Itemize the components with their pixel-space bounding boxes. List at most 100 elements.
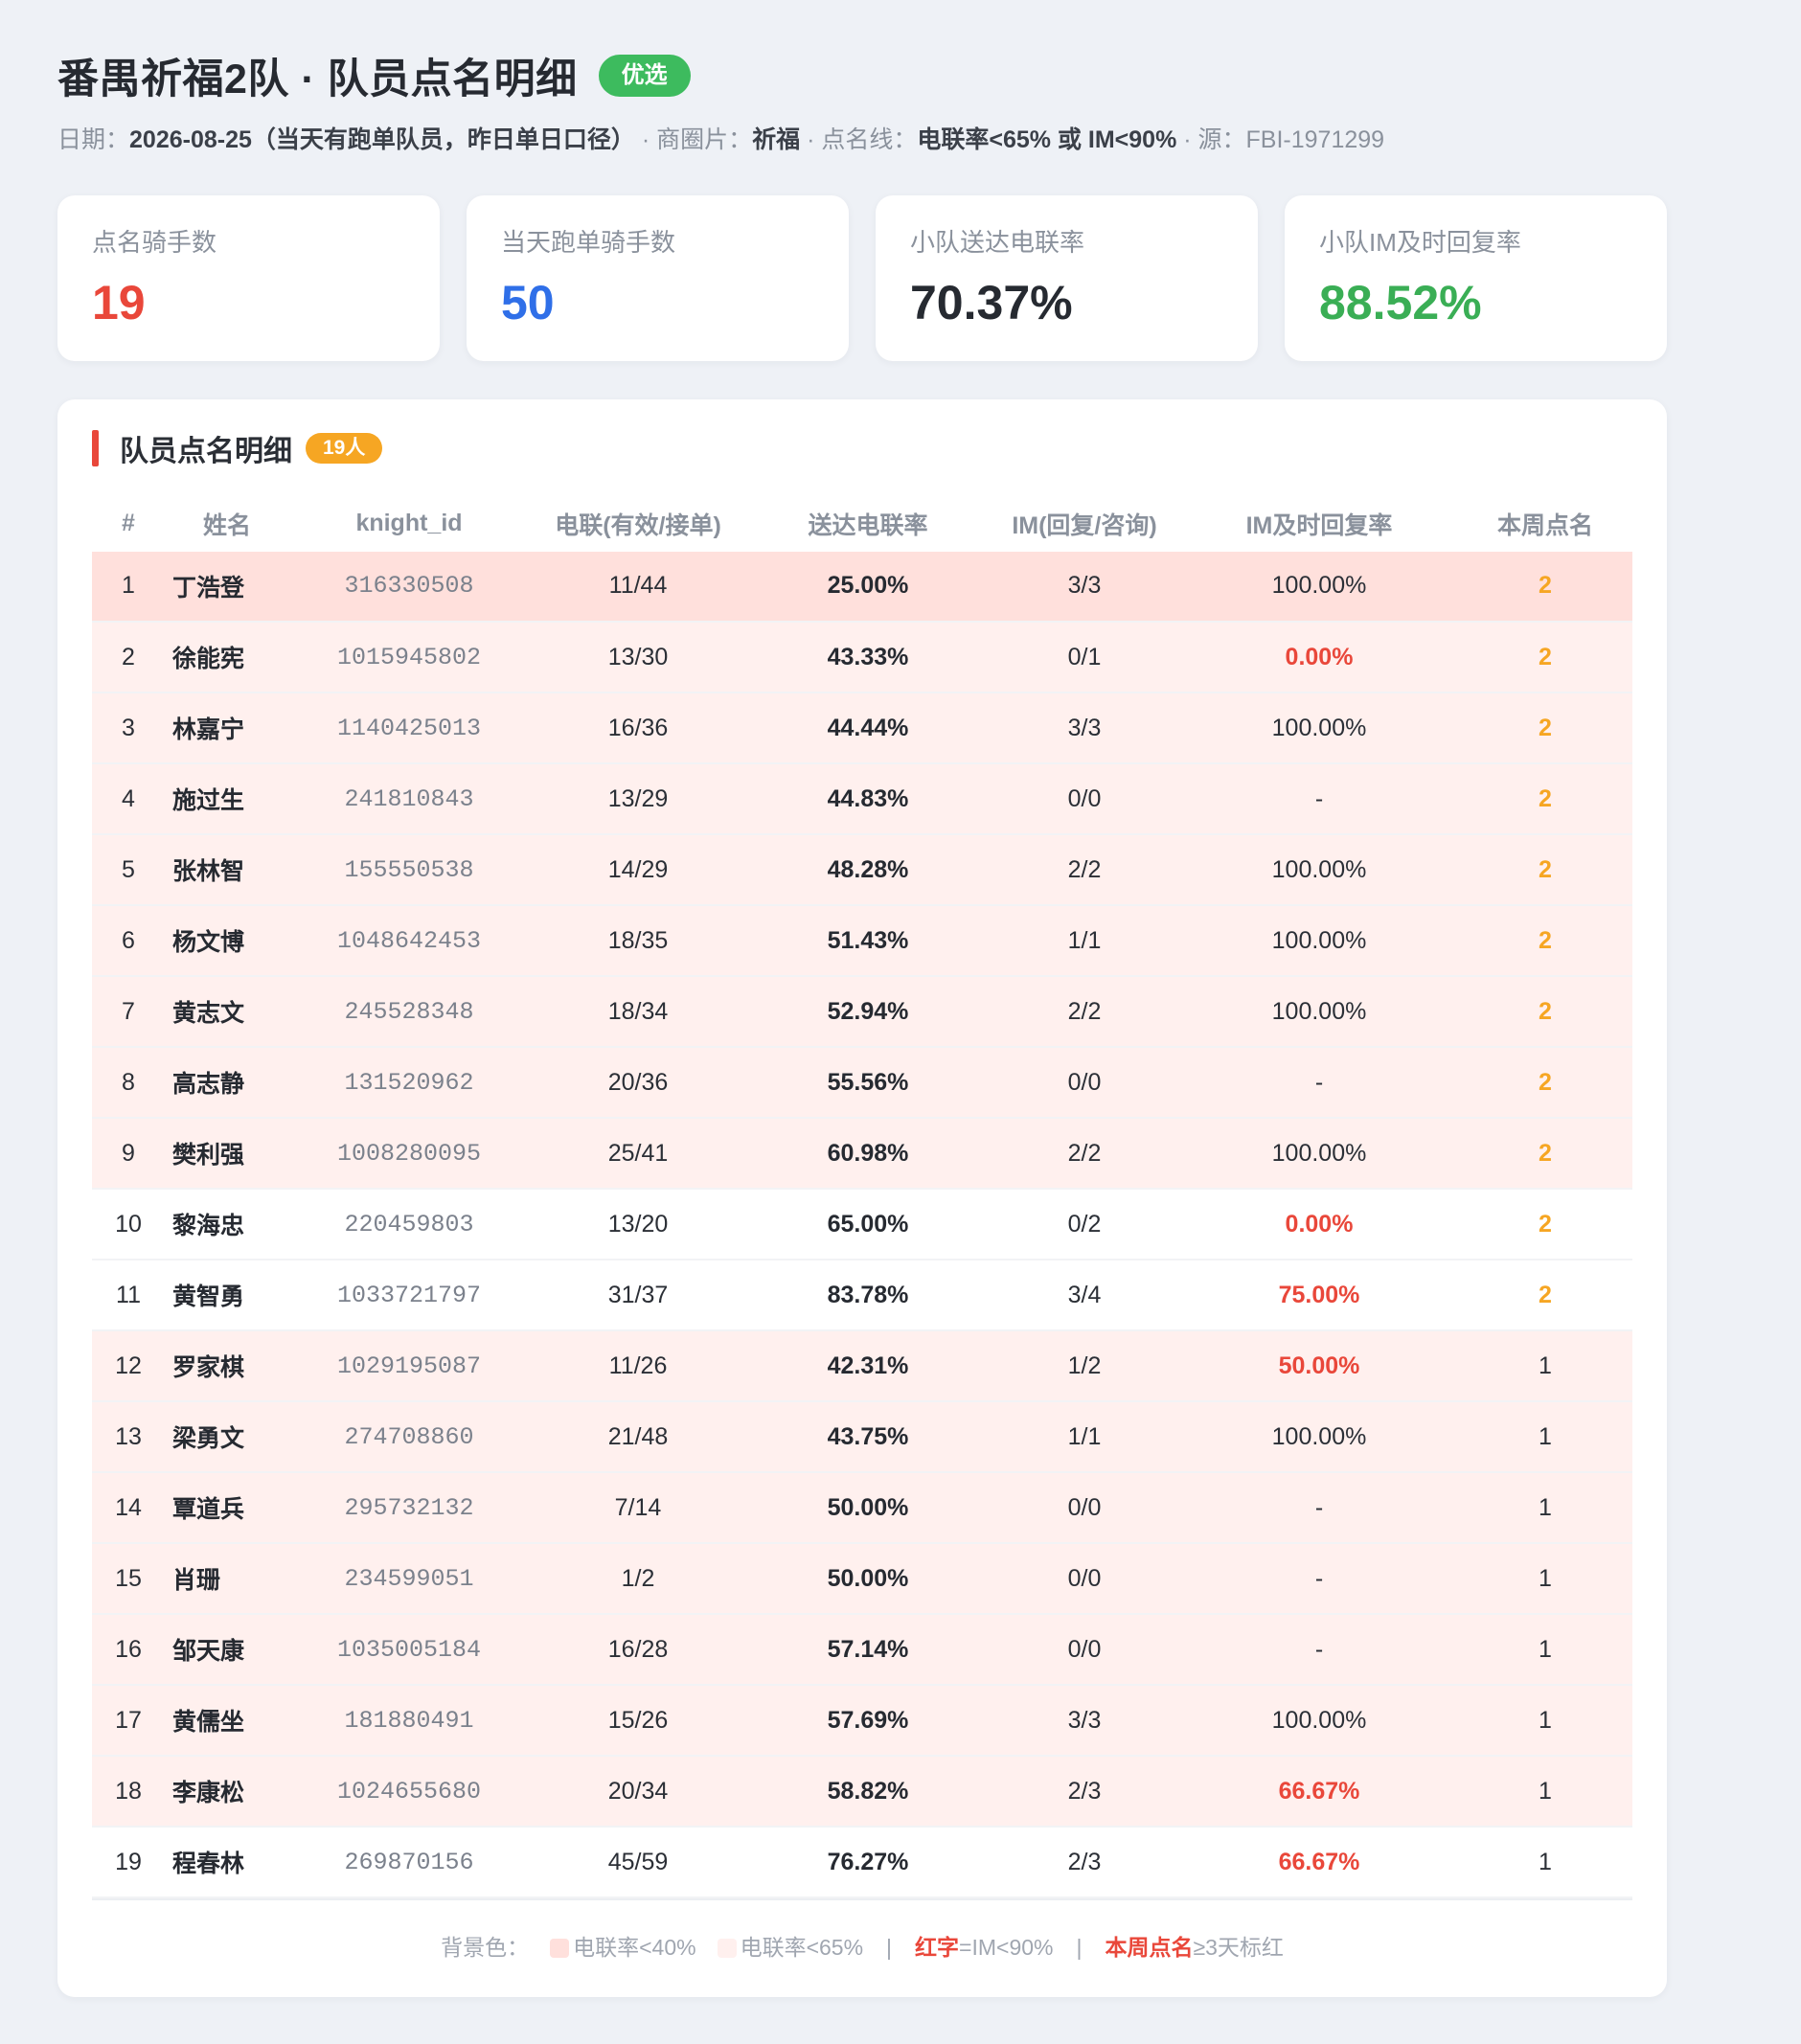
legend: 背景色： 电联率<40% 电联率<65% | 红字=IM<90% | 本周点名≥3天标红 bbox=[57, 1930, 1667, 1965]
legend-swatch-lt40 bbox=[550, 1939, 570, 1958]
table-row[interactable]: 10 黎海忠 220459803 13/20 65.00% 0/2 0.00% 2 bbox=[92, 1188, 1632, 1260]
cell-im: 0/1 bbox=[989, 621, 1180, 693]
col-header-im[interactable]: IM(回复/咨询) bbox=[989, 501, 1180, 551]
table-row[interactable]: 5 张林智 155550538 14/29 48.28% 2/2 100.00% 2 bbox=[92, 833, 1632, 905]
cell-im-rate: 0.00% bbox=[1180, 621, 1458, 693]
cell-im: 0/2 bbox=[989, 1188, 1180, 1260]
cell-no: 6 bbox=[92, 904, 165, 976]
cell-week: 1 bbox=[1458, 1471, 1632, 1543]
cell-knight-id: 295732132 bbox=[289, 1471, 529, 1543]
cell-name: 黄儒坐 bbox=[165, 1684, 289, 1756]
cell-im-rate: - bbox=[1180, 1046, 1458, 1118]
card-im-rate: 小队IM及时回复率 88.52% bbox=[1285, 195, 1667, 361]
cell-call: 18/34 bbox=[529, 975, 747, 1047]
table-row[interactable]: 16 邹天康 1035005184 16/28 57.14% 0/0-1 bbox=[92, 1613, 1632, 1685]
cell-call-rate: 55.56% bbox=[747, 1046, 989, 1118]
table-row[interactable]: 13 梁勇文 274708860 21/48 43.75% 1/1 100.00% 1 bbox=[92, 1400, 1632, 1472]
cell-im-rate: 100.00% bbox=[1180, 550, 1458, 622]
table-row[interactable]: 9 樊利强 1008280095 25/41 60.98% 2/2 100.00% 2 bbox=[92, 1117, 1632, 1189]
cell-name: 杨文博 bbox=[165, 904, 289, 976]
cell-im-rate: 0.00% bbox=[1180, 1188, 1458, 1260]
cell-im-rate: 66.67% bbox=[1180, 1755, 1458, 1827]
cell-im: 3/4 bbox=[989, 1259, 1180, 1330]
panel-title: 队员点名明细 bbox=[120, 436, 292, 467]
table-row[interactable]: 19 程春林 269870156 45/59 76.27% 2/3 66.67% 1 bbox=[92, 1826, 1632, 1897]
col-header-im-rate[interactable]: IM及时回复率 bbox=[1180, 501, 1458, 551]
cell-knight-id: 269870156 bbox=[289, 1826, 529, 1897]
cell-name: 施过生 bbox=[165, 762, 289, 834]
col-header-name[interactable]: 姓名 bbox=[165, 501, 289, 551]
cell-im: 0/0 bbox=[989, 1613, 1180, 1685]
card-label: 点名骑手数 bbox=[92, 228, 217, 257]
cell-knight-id: 1140425013 bbox=[289, 692, 529, 763]
table-row[interactable]: 3 林嘉宁 1140425013 16/36 44.44% 3/3 100.00% 2 bbox=[92, 692, 1632, 763]
legend-swatch-lt65 bbox=[717, 1939, 737, 1958]
col-header-call-rate[interactable]: 送达电联率 bbox=[747, 501, 989, 551]
cell-week: 2 bbox=[1458, 762, 1632, 834]
cell-im-rate: 100.00% bbox=[1180, 1684, 1458, 1756]
table-row[interactable]: 12 罗家棋 1029195087 11/26 42.31% 1/2 50.00% 1 bbox=[92, 1329, 1632, 1401]
cell-name: 黄志文 bbox=[165, 975, 289, 1047]
cell-im: 0/0 bbox=[989, 1046, 1180, 1118]
cell-knight-id: 1048642453 bbox=[289, 904, 529, 976]
col-header-week[interactable]: 本周点名 bbox=[1458, 501, 1632, 551]
cell-call: 16/36 bbox=[529, 692, 747, 763]
cell-call: 45/59 bbox=[529, 1826, 747, 1897]
col-header-no[interactable]: # bbox=[92, 501, 165, 551]
table-row[interactable]: 15 肖珊 234599051 1/2 50.00% 0/0-1 bbox=[92, 1542, 1632, 1614]
cell-name: 邹天康 bbox=[165, 1613, 289, 1685]
cell-call-rate: 83.78% bbox=[747, 1259, 989, 1330]
cell-call-rate: 60.98% bbox=[747, 1117, 989, 1189]
table-bottom-divider bbox=[92, 1898, 1632, 1900]
table-row[interactable]: 2 徐能宪 1015945802 13/30 43.33% 0/1 0.00% 2 bbox=[92, 621, 1632, 693]
card-value: 70.37% bbox=[910, 276, 1073, 329]
cell-call: 13/30 bbox=[529, 621, 747, 693]
cell-im-rate: 100.00% bbox=[1180, 833, 1458, 905]
cell-im: 2/2 bbox=[989, 833, 1180, 905]
col-header-call[interactable]: 电联(有效/接单) bbox=[529, 501, 747, 551]
cell-im: 2/2 bbox=[989, 975, 1180, 1047]
cell-knight-id: 1008280095 bbox=[289, 1117, 529, 1189]
cell-im-rate: 50.00% bbox=[1180, 1329, 1458, 1401]
date-label: 日期： bbox=[57, 126, 130, 153]
cell-call-rate: 76.27% bbox=[747, 1826, 989, 1897]
summary-cards: 点名骑手数 19 当天跑单骑手数 50 小队送达电联率 70.37% 小队IM及… bbox=[57, 195, 1667, 361]
legend-separator: | bbox=[1076, 1935, 1083, 1960]
cell-call-rate: 57.69% bbox=[747, 1684, 989, 1756]
cell-knight-id: 1024655680 bbox=[289, 1755, 529, 1827]
date-value: 2026-08-25（当天有跑单队员，昨日单日口径） bbox=[129, 126, 635, 153]
cell-im-rate: - bbox=[1180, 762, 1458, 834]
table-row[interactable]: 4 施过生 241810843 13/29 44.83% 0/0-2 bbox=[92, 762, 1632, 834]
table-row[interactable]: 11 黄智勇 1033721797 31/37 83.78% 3/4 75.00% 2 bbox=[92, 1259, 1632, 1330]
cell-knight-id: 1029195087 bbox=[289, 1329, 529, 1401]
cell-call-rate: 44.83% bbox=[747, 762, 989, 834]
cell-im: 2/3 bbox=[989, 1826, 1180, 1897]
table-row[interactable]: 1 丁浩登 316330508 11/44 25.00% 3/3 100.00% 2 bbox=[92, 550, 1632, 622]
cell-week: 1 bbox=[1458, 1755, 1632, 1827]
cell-no: 7 bbox=[92, 975, 165, 1047]
panel-header: 队员点名明细 19人 bbox=[92, 430, 1632, 467]
cell-im: 2/2 bbox=[989, 1117, 1180, 1189]
table-row[interactable]: 14 覃道兵 295732132 7/14 50.00% 0/0-1 bbox=[92, 1471, 1632, 1543]
cell-knight-id: 131520962 bbox=[289, 1046, 529, 1118]
cell-name: 丁浩登 bbox=[165, 550, 289, 622]
table-row[interactable]: 18 李康松 1024655680 20/34 58.82% 2/3 66.67% 1 bbox=[92, 1755, 1632, 1827]
cell-call-rate: 48.28% bbox=[747, 833, 989, 905]
legend-prefix: 背景色： bbox=[441, 1935, 530, 1960]
cell-call: 11/26 bbox=[529, 1329, 747, 1401]
cell-call: 14/29 bbox=[529, 833, 747, 905]
table-row[interactable]: 6 杨文博 1048642453 18/35 51.43% 1/1 100.00% 2 bbox=[92, 904, 1632, 976]
cell-name: 黎海忠 bbox=[165, 1188, 289, 1260]
cell-call-rate: 44.44% bbox=[747, 692, 989, 763]
cell-no: 19 bbox=[92, 1826, 165, 1897]
table-row[interactable]: 17 黄儒坐 181880491 15/26 57.69% 3/3 100.00% 1 bbox=[92, 1684, 1632, 1756]
col-header-knight-id[interactable]: knight_id bbox=[289, 501, 529, 551]
panel-accent-bar bbox=[92, 430, 99, 466]
cell-im: 3/3 bbox=[989, 692, 1180, 763]
cell-call: 7/14 bbox=[529, 1471, 747, 1543]
cell-knight-id: 234599051 bbox=[289, 1542, 529, 1614]
table-row[interactable]: 7 黄志文 245528348 18/34 52.94% 2/2 100.00% 2 bbox=[92, 975, 1632, 1047]
table-row[interactable]: 8 高志静 131520962 20/36 55.56% 0/0-2 bbox=[92, 1046, 1632, 1118]
page: 番禺祈福2队 · 队员点名明细 优选 日期：2026-08-25（当天有跑单队员… bbox=[57, 46, 1667, 1997]
cell-no: 2 bbox=[92, 621, 165, 693]
